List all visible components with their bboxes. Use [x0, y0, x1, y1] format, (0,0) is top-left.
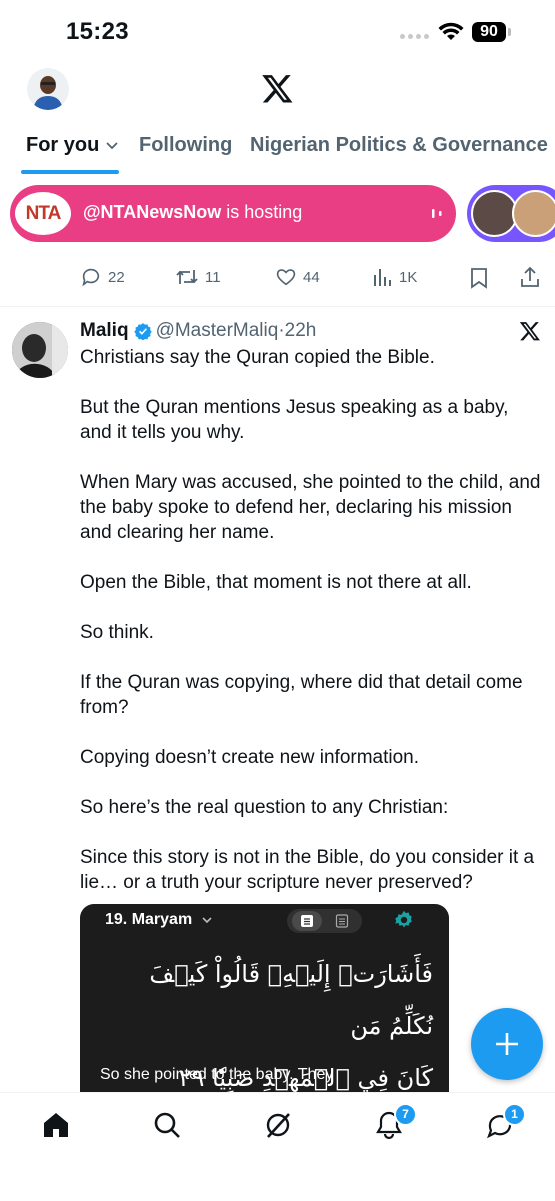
messages-badge: 1	[503, 1103, 526, 1126]
tweet-paragraph: So here’s the real question to any Chris…	[80, 797, 449, 818]
tweet-paragraph: Christians say the Quran copied the Bibl…	[80, 347, 435, 368]
tab-following[interactable]: Following	[139, 134, 232, 157]
grok-icon[interactable]	[263, 1110, 293, 1140]
like-button[interactable]: 44	[275, 266, 320, 288]
like-count: 44	[303, 268, 320, 286]
surah-title: 19. Maryam	[105, 911, 213, 929]
tweet-author-handle[interactable]: @MasterMaliq	[156, 320, 279, 342]
verified-badge-icon	[133, 323, 152, 340]
tweet-time[interactable]: 22h	[285, 320, 317, 342]
spaces-speakers[interactable]	[467, 185, 555, 242]
chevron-down-icon	[202, 917, 212, 923]
tab-for-you[interactable]: For you	[26, 134, 119, 157]
tweet-divider	[0, 306, 555, 307]
tweet-author-name[interactable]: Maliq	[80, 320, 129, 342]
chevron-down-icon	[106, 142, 118, 149]
tweet-text: Christians say the Quran copied the Bibl…	[80, 345, 545, 920]
tweet-paragraph: But the Quran mentions Jesus speaking as…	[80, 397, 509, 443]
arabic-line: فَأَشَارَتۡ إِلَيۡهِۖ قَالُواْ كَيۡفَ نُ…	[149, 960, 433, 1040]
tweet-header: Maliq @MasterMaliq · 22h	[80, 320, 316, 342]
tweet-paragraph: So think.	[80, 622, 154, 643]
nta-logo: NTA	[15, 192, 71, 235]
page-view-icon	[335, 914, 349, 928]
active-tab-indicator	[21, 170, 119, 174]
bookmark-icon[interactable]	[470, 267, 488, 289]
surah-title-text: 19. Maryam	[105, 911, 193, 928]
timeline-tabs: For you Following Nigerian Politics & Go…	[0, 120, 555, 176]
tab-nigerian-politics[interactable]: Nigerian Politics & Governance	[250, 134, 548, 157]
view-mode-toggle	[287, 909, 362, 933]
repost-count: 11	[205, 268, 221, 286]
tab-for-you-label: For you	[26, 134, 100, 156]
reply-icon	[82, 268, 100, 287]
notifications-tab[interactable]: 7	[374, 1103, 417, 1140]
notifications-badge: 7	[394, 1103, 417, 1126]
tweet-paragraph: Copying doesn’t create new information.	[80, 747, 420, 768]
search-icon[interactable]	[152, 1110, 182, 1140]
cellular-signal-icon	[400, 34, 429, 39]
share-icon[interactable]	[520, 266, 540, 288]
audio-wave-icon	[432, 209, 442, 218]
plus-icon	[496, 1033, 518, 1055]
tweet-media-image[interactable]: 19. Maryam فَأَشَارَتۡ إِلَيۡهِۖ قَالُوا…	[80, 904, 449, 1092]
spaces-host-text: @NTANewsNow is hosting	[83, 202, 302, 223]
tweet-paragraph: Open the Bible, that moment is not there…	[80, 572, 472, 593]
status-time: 15:23	[66, 18, 129, 45]
grok-x-icon[interactable]	[519, 320, 541, 342]
compose-button[interactable]	[471, 1008, 543, 1080]
translation-text: So she pointed to the baby. They	[100, 1066, 334, 1083]
battery-indicator: 90	[472, 22, 506, 42]
tweet-author-avatar[interactable]	[12, 322, 68, 378]
list-view-icon	[301, 915, 313, 927]
tweet-paragraph: Since this story is not in the Bible, do…	[80, 847, 535, 893]
repost-button[interactable]: 11	[175, 266, 221, 288]
home-icon[interactable]	[41, 1110, 71, 1140]
status-bar: 15:23 90	[0, 0, 555, 64]
speaker-avatar	[471, 190, 518, 237]
battery-tip	[508, 28, 511, 36]
tweet-paragraph: When Mary was accused, she pointed to th…	[80, 472, 541, 543]
messages-tab[interactable]: 1	[485, 1103, 526, 1140]
profile-avatar[interactable]	[27, 68, 69, 110]
reply-count: 22	[108, 268, 125, 286]
wifi-icon	[438, 22, 464, 40]
spaces-status: is hosting	[226, 202, 303, 222]
previous-tweet-actions: 22 11 44 1K	[0, 262, 555, 296]
spaces-host-handle: @NTANewsNow	[83, 202, 222, 222]
tweet-paragraph: If the Quran was copying, where did that…	[80, 672, 523, 718]
heart-icon	[276, 269, 296, 286]
views-count: 1K	[399, 268, 418, 286]
reply-button[interactable]: 22	[80, 266, 125, 288]
spaces-live-bar[interactable]: NTA @NTANewsNow is hosting	[10, 185, 456, 242]
repost-icon	[176, 270, 198, 284]
bottom-navigation: 7 1	[0, 1092, 555, 1201]
speaker-avatar	[512, 190, 555, 237]
x-logo-icon	[262, 75, 293, 103]
views-chart-icon	[374, 269, 391, 286]
gear-icon	[395, 910, 412, 928]
views-button[interactable]: 1K	[373, 266, 417, 288]
